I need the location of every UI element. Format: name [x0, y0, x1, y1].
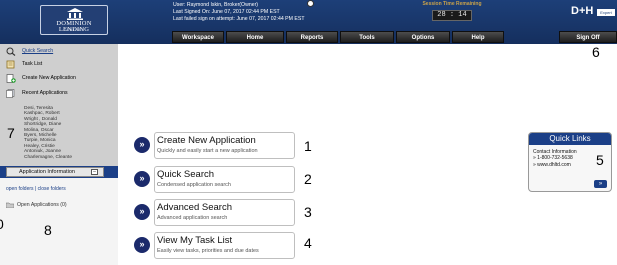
sidebar-item-label: Create New Application [22, 75, 76, 81]
action-subtitle: Advanced application search [157, 215, 228, 221]
action-advanced-search[interactable]: » Advanced Search Advanced application s… [134, 199, 295, 226]
app-window: DOMINION LENDING CENTRES User: Raymond I… [0, 0, 617, 265]
action-card[interactable]: Advanced Search Advanced application sea… [154, 199, 295, 226]
action-quick-search[interactable]: » Quick Search Condensed application sea… [134, 166, 295, 193]
cursor-marker [307, 0, 314, 7]
arrow-right-icon[interactable]: » [134, 237, 150, 253]
application-info-button[interactable]: Application Information – [6, 167, 104, 177]
application-info-label: Application Information [19, 169, 75, 175]
recent-applications-list: Desi, Teresita Kashpac, Robert Wright , … [24, 106, 72, 160]
logo-subtext: CENTRES [63, 28, 85, 32]
bullet-icon: » [533, 155, 536, 162]
last-signed-on: Last Signed On: June 07, 2017 02:44 PM E… [173, 9, 280, 15]
user-info: User: Raymond Iskin, Broker(Owner) Last … [173, 2, 305, 23]
folder-separator: | [34, 186, 37, 192]
sidebar-item-label: Task List [22, 61, 43, 67]
nav-reports[interactable]: Reports [286, 31, 338, 43]
sidebar-item-label: Quick Search [22, 48, 54, 54]
recent-item[interactable]: Charlemagne, Cleante [24, 155, 72, 160]
tasks-icon [6, 60, 15, 68]
add-document-icon [6, 73, 16, 83]
annotation-4: 4 [304, 235, 312, 251]
action-card[interactable]: Quick Search Condensed application searc… [154, 166, 295, 193]
main-content: » Create New Application Quickly and eas… [118, 44, 617, 265]
quick-links-arrow-button[interactable]: » [594, 180, 607, 188]
brand-badge: Expert [597, 9, 615, 16]
quick-links-title: Quick Links [529, 133, 611, 145]
action-create-application[interactable]: » Create New Application Quickly and eas… [134, 132, 295, 159]
nav-help[interactable]: Help [452, 31, 504, 43]
arrow-right-icon[interactable]: » [134, 137, 150, 153]
action-subtitle: Quickly and easily start a new applicati… [157, 148, 258, 154]
action-title: Advanced Search [157, 202, 232, 213]
folder-controls: open folders | close folders [6, 186, 66, 192]
nav-options[interactable]: Options [396, 31, 450, 43]
signoff-button[interactable]: Sign Off [559, 31, 617, 43]
action-title: View My Task List [157, 235, 233, 246]
session-timer: Session Time Remaining 28 : 14 [416, 1, 488, 21]
action-subtitle: Condensed application search [157, 182, 231, 188]
nav-home[interactable]: Home [226, 31, 284, 43]
main-nav: Workspace Home Reports Tools Options Hel… [172, 31, 506, 43]
application-info-bar: Application Information – [0, 166, 118, 178]
open-folders-link[interactable]: open folders [6, 186, 34, 192]
action-title: Create New Application [157, 135, 256, 146]
annotation-3: 3 [304, 204, 312, 220]
annotation-8: 8 [44, 222, 52, 238]
annotation-1: 1 [304, 138, 312, 154]
building-icon [67, 8, 83, 20]
annotation-0: 0 [0, 216, 4, 232]
folder-icon [6, 202, 14, 208]
company-logo[interactable]: DOMINION LENDING CENTRES [40, 5, 108, 35]
action-subtitle: Easily view tasks, priorities and due da… [157, 248, 259, 254]
annotation-2: 2 [304, 171, 312, 187]
annotation-6: 6 [592, 44, 600, 60]
action-card[interactable]: Create New Application Quickly and easil… [154, 132, 295, 159]
action-title: Quick Search [157, 169, 215, 180]
close-folders-link[interactable]: close folders [38, 186, 66, 192]
nav-workspace[interactable]: Workspace [172, 31, 224, 43]
open-applications-node[interactable]: Open Applications (0) [6, 202, 67, 208]
arrow-right-icon[interactable]: » [134, 171, 150, 187]
sidebar-item-label: Recent Applications [22, 90, 68, 96]
sidebar-item-quick-search[interactable]: Quick Search [6, 46, 53, 56]
bullet-icon: » [533, 161, 536, 168]
sidebar-item-create-application[interactable]: Create New Application [6, 73, 76, 83]
header-bar: DOMINION LENDING CENTRES User: Raymond I… [0, 0, 617, 44]
annotation-7: 7 [7, 125, 15, 141]
collapse-toggle[interactable]: – [91, 169, 98, 175]
open-applications-label: Open Applications (0) [17, 202, 67, 208]
recent-documents-icon [6, 88, 15, 98]
sidebar-item-recent-applications[interactable]: Recent Applications [6, 88, 68, 98]
search-icon [6, 47, 16, 56]
last-failed-signon: Last failed sign on attempt: June 07, 20… [173, 16, 305, 22]
sidebar: Quick Search Task List Create New Applic… [0, 44, 118, 265]
nav-tools[interactable]: Tools [340, 31, 394, 43]
action-view-task-list[interactable]: » View My Task List Easily view tasks, p… [134, 232, 295, 259]
website-link[interactable]: www.dhltd.com [537, 162, 571, 168]
brand-logo: D+H [571, 5, 594, 17]
session-time: 28 : 14 [432, 10, 472, 21]
annotation-5: 5 [596, 152, 604, 168]
application-info-panel: open folders | close folders Open Applic… [0, 178, 118, 265]
action-card[interactable]: View My Task List Easily view tasks, pri… [154, 232, 295, 259]
arrow-right-icon[interactable]: » [134, 204, 150, 220]
user-name-line: User: Raymond Iskin, Broker(Owner) [173, 2, 259, 8]
sidebar-item-task-list[interactable]: Task List [6, 59, 42, 69]
sidebar-shortcuts: Quick Search Task List Create New Applic… [0, 44, 118, 166]
phone-number: 1-800-732-5638 [537, 155, 573, 162]
session-label: Session Time Remaining [422, 1, 482, 7]
